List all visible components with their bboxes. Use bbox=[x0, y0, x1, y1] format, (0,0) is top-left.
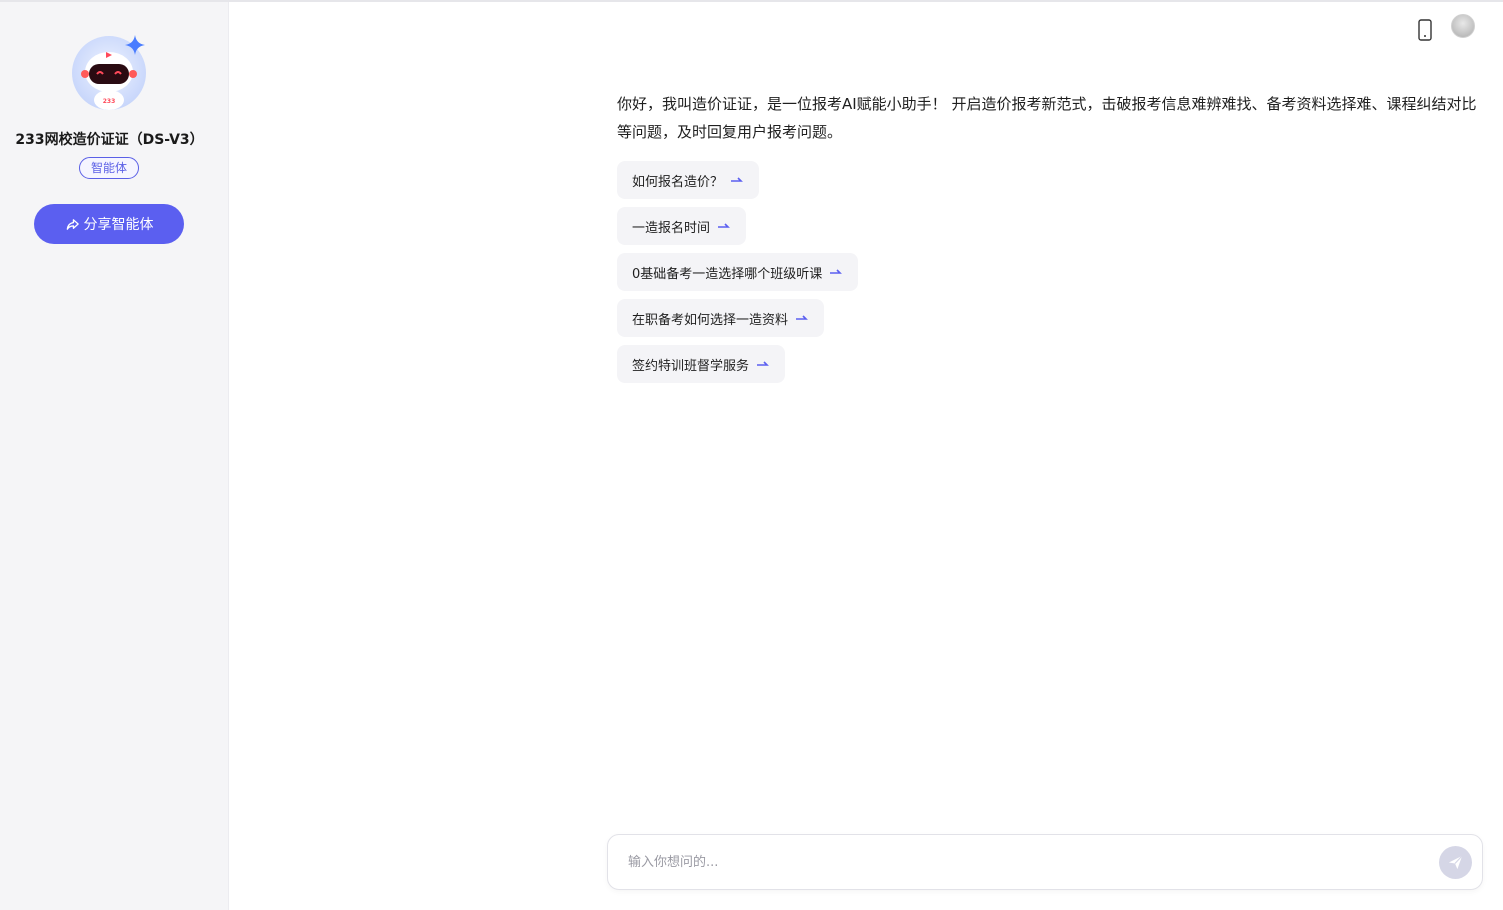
suggestion-text: 如何报名造价？ bbox=[632, 174, 724, 190]
arrow-right-icon bbox=[718, 223, 730, 228]
share-button-label: 分享智能体 bbox=[83, 217, 154, 233]
suggestion-chip[interactable]: 签约特训班督学服务 bbox=[617, 345, 786, 383]
user-avatar[interactable] bbox=[1451, 14, 1475, 38]
arrow-right-icon bbox=[796, 315, 808, 320]
agent-avatar: 233 bbox=[72, 35, 146, 110]
svg-text:233: 233 bbox=[103, 98, 116, 105]
suggestion-text: 签约特训班督学服务 bbox=[632, 358, 750, 374]
send-button[interactable] bbox=[1439, 846, 1472, 879]
share-agent-button[interactable]: 分享智能体 bbox=[34, 204, 184, 244]
suggestion-chip[interactable]: 在职备考如何选择一造资料 bbox=[617, 299, 825, 337]
suggestion-chip[interactable]: 如何报名造价？ bbox=[617, 161, 760, 199]
sidebar: 233 233网校造价证证（DS-V3） 智能体 分享智能体 bbox=[0, 2, 229, 910]
share-icon bbox=[66, 218, 79, 230]
suggestion-chip[interactable]: 0基础备考一造选择哪个班级听课 bbox=[617, 253, 859, 291]
phone-icon[interactable] bbox=[1417, 19, 1433, 41]
agent-badge: 智能体 bbox=[79, 157, 139, 179]
chat-input-box bbox=[607, 834, 1483, 890]
arrow-right-icon bbox=[830, 269, 843, 274]
arrow-right-icon bbox=[757, 361, 769, 366]
suggestion-text: 一造报名时间 bbox=[632, 220, 711, 236]
send-icon bbox=[1448, 855, 1463, 870]
suggestion-list: 如何报名造价？ 一造报名时间 0基础备考一造选择哪个班级听课 在职备考如何选择一… bbox=[617, 161, 859, 391]
sparkle-icon bbox=[125, 35, 145, 55]
suggestion-chip[interactable]: 一造报名时间 bbox=[617, 207, 747, 245]
agent-name: 233网校造价证证（DS-V3） bbox=[15, 132, 204, 148]
arrow-right-icon bbox=[731, 177, 743, 182]
greeting-message: 你好，我叫造价证证，是一位报考AI赋能小助手！ 开启造价报考新范式，击破报考信息… bbox=[617, 95, 1477, 141]
suggestion-text: 在职备考如何选择一造资料 bbox=[632, 312, 789, 328]
suggestion-text: 0基础备考一造选择哪个班级听课 bbox=[632, 266, 823, 282]
chat-input[interactable] bbox=[626, 835, 1426, 889]
